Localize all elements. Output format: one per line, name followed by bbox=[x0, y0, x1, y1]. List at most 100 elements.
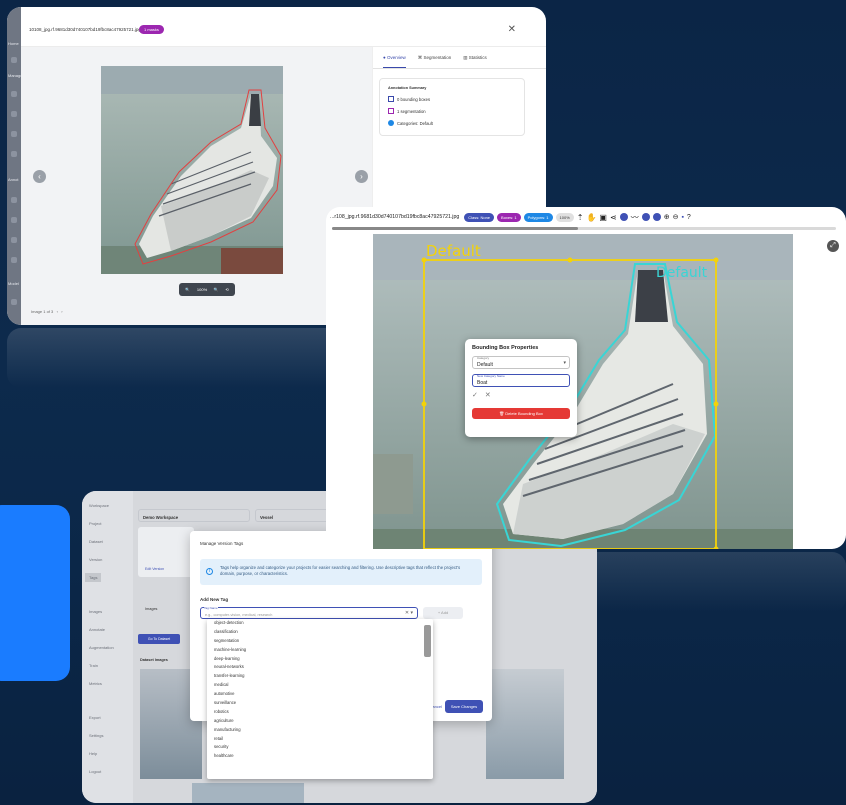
tag-option[interactable]: surveillance bbox=[207, 699, 433, 708]
tag-option[interactable]: healthcare bbox=[207, 752, 433, 761]
sidebar-item[interactable]: Project bbox=[89, 521, 101, 526]
left-rail: Home Manage Annot Model bbox=[7, 7, 22, 325]
editor-toolbar: ...r108_jpg.rf.9681d30d740107bd19fbc8ac4… bbox=[326, 207, 846, 227]
zoom-in-icon[interactable]: 🔍 bbox=[214, 287, 219, 292]
bbox-icon bbox=[388, 96, 394, 102]
sidebar-item[interactable]: Annotate bbox=[89, 627, 105, 632]
accent-card bbox=[0, 505, 70, 681]
viewer-header: 10108_jpg.rf.9681d30d740107bd19fbc8ac479… bbox=[21, 7, 546, 47]
sidebar-item[interactable]: Train bbox=[89, 663, 98, 668]
sidebar-item[interactable]: Images bbox=[89, 609, 102, 614]
mask-label: Default bbox=[656, 265, 708, 281]
editor-window: ...r108_jpg.rf.9681d30d740107bd19fbc8ac4… bbox=[326, 207, 846, 549]
delete-bbox-button[interactable]: 🗑 Delete Bounding Box bbox=[472, 408, 570, 419]
tag-option[interactable]: segmentation bbox=[207, 637, 433, 646]
tag-option[interactable]: robotics bbox=[207, 708, 433, 717]
zoom-level: 100% bbox=[196, 287, 208, 292]
save-changes-button[interactable]: Save Changes bbox=[445, 700, 483, 713]
sidebar-item-active[interactable]: Tags bbox=[85, 573, 102, 582]
edit-version-button[interactable]: Edit Version bbox=[145, 567, 164, 571]
summary-row: 0 bounding boxes bbox=[388, 93, 516, 105]
tag-option[interactable]: object-detection bbox=[207, 619, 433, 628]
share-icon[interactable]: ⋖ bbox=[610, 213, 617, 222]
prev-image-icon[interactable]: ‹ bbox=[33, 170, 46, 183]
tag-suggestions-list: object-detection classification segmentati… bbox=[207, 619, 433, 779]
zoom-out-icon[interactable]: 🔍 bbox=[185, 287, 190, 292]
bbox-label: Default bbox=[426, 242, 481, 260]
add-tag-button[interactable]: + Add bbox=[423, 607, 463, 619]
thumbnail[interactable] bbox=[192, 783, 304, 803]
zoom-in-icon[interactable]: ⊕ bbox=[664, 213, 670, 221]
settings-icon[interactable] bbox=[652, 213, 661, 221]
workspace-select[interactable]: Demo Workspace bbox=[138, 509, 250, 522]
info-alert: i Tags help organize and categorize your … bbox=[200, 559, 482, 585]
bbox-properties-popup: Bounding Box Properties Category Default ▾… bbox=[465, 339, 577, 437]
tag-name-input[interactable]: Tag Name e.g., computer-vision, medical, … bbox=[200, 606, 418, 619]
zoom-out-icon[interactable]: ⊖ bbox=[673, 213, 679, 221]
tag-option[interactable]: neural-networks bbox=[207, 663, 433, 672]
thumbnail[interactable] bbox=[486, 669, 564, 779]
new-category-input[interactable]: New Category Name Boat bbox=[472, 374, 570, 387]
file-name: 10108_jpg.rf.9681d30d740107bd19fbc8ac479… bbox=[29, 27, 141, 32]
sidebar-item[interactable]: Logout bbox=[89, 769, 101, 774]
tab-segmentation[interactable]: ⌘ Segmentation bbox=[418, 55, 452, 68]
sidebar-item[interactable]: Settings bbox=[89, 733, 103, 738]
line-tool-icon[interactable]: 〰 bbox=[631, 212, 639, 223]
file-name: ...r108_jpg.rf.9681d30d740107bd19fbc8ac4… bbox=[330, 214, 460, 220]
summary-title: Annotation Summary bbox=[388, 86, 427, 90]
pan-icon[interactable]: ✋ bbox=[586, 213, 596, 222]
tag-option[interactable]: retail bbox=[207, 735, 433, 744]
tag-option[interactable]: automotive bbox=[207, 690, 433, 699]
tag-option[interactable]: agriculture bbox=[207, 717, 433, 726]
tag-option[interactable]: classification bbox=[207, 628, 433, 637]
boxes-chip: Boxes: 1 bbox=[497, 212, 521, 222]
tag-option[interactable]: transfer-learning bbox=[207, 672, 433, 681]
sidebar-item[interactable]: Augmentation bbox=[89, 645, 114, 650]
image-counter: Image 1 of 3 ‹ › bbox=[31, 309, 63, 314]
sidebar-item[interactable]: Help bbox=[89, 751, 97, 756]
popup-title: Bounding Box Properties bbox=[472, 345, 539, 351]
fullscreen-icon[interactable]: ⤢ bbox=[827, 240, 839, 252]
tag-option[interactable]: security bbox=[207, 743, 433, 752]
tab-overview[interactable]: ● Overview bbox=[383, 55, 406, 68]
next-image-icon[interactable]: › bbox=[355, 170, 368, 183]
images-tab[interactable]: Images bbox=[145, 607, 157, 611]
polygons-chip: Polygons: 1 bbox=[523, 212, 553, 222]
close-icon[interactable]: ✕ bbox=[508, 25, 516, 35]
category-select[interactable]: Category Default ▾ bbox=[472, 356, 570, 369]
sidebar-item[interactable]: Metrics bbox=[89, 681, 102, 686]
go-to-dataset-button[interactable]: Go To Dataset bbox=[138, 634, 180, 644]
summary-row: 1 segmentation bbox=[388, 105, 516, 117]
add-tag-heading: Add New Tag bbox=[200, 597, 229, 602]
tag-option[interactable]: manufacturing bbox=[207, 726, 433, 735]
save-icon[interactable]: ▪ bbox=[681, 214, 683, 221]
annotation-canvas[interactable]: Default Default bbox=[373, 234, 793, 549]
tag-option[interactable]: medical bbox=[207, 681, 433, 690]
zoom-chip: 100% bbox=[555, 212, 574, 222]
segment-icon bbox=[388, 108, 394, 114]
list-scrollbar[interactable] bbox=[424, 625, 431, 657]
pointer-icon[interactable]: ⇡ bbox=[577, 213, 584, 222]
magic-wand-icon[interactable] bbox=[641, 213, 650, 221]
details-tabs: ● Overview ⌘ Segmentation ▥ Statistics bbox=[373, 47, 546, 69]
sidebar-item[interactable]: Export bbox=[89, 715, 101, 720]
confirm-icon[interactable]: ✓ bbox=[472, 391, 478, 399]
sidebar-item[interactable]: Workspace bbox=[89, 503, 109, 508]
mask-count-badge: 1 masks bbox=[139, 25, 164, 34]
tag-option[interactable]: deep-learning bbox=[207, 655, 433, 664]
help-icon[interactable]: ? bbox=[687, 214, 691, 221]
ship-image bbox=[101, 66, 283, 274]
image-canvas: ‹ › 🔍 100% 🔍 ⟲ Image 1 of 3 ‹ › bbox=[21, 47, 372, 325]
bbox-tool-icon[interactable]: ▣ bbox=[599, 213, 607, 222]
horizontal-scrollbar[interactable] bbox=[332, 227, 578, 230]
tab-statistics[interactable]: ▥ Statistics bbox=[463, 55, 487, 68]
polygon-tool-icon[interactable] bbox=[619, 213, 628, 221]
sidebar-item[interactable]: Version bbox=[89, 557, 102, 562]
reset-icon[interactable]: ⟲ bbox=[225, 287, 228, 292]
tag-option[interactable]: machine-learning bbox=[207, 646, 433, 655]
zoom-controls[interactable]: 🔍 100% 🔍 ⟲ bbox=[179, 283, 235, 296]
cancel-icon[interactable]: ✕ bbox=[485, 391, 491, 399]
sidebar: Workspace Project Dataset Version Tags I… bbox=[82, 491, 133, 803]
dialog-title: Manage Version Tags bbox=[200, 541, 244, 546]
sidebar-item[interactable]: Dataset bbox=[89, 539, 103, 544]
